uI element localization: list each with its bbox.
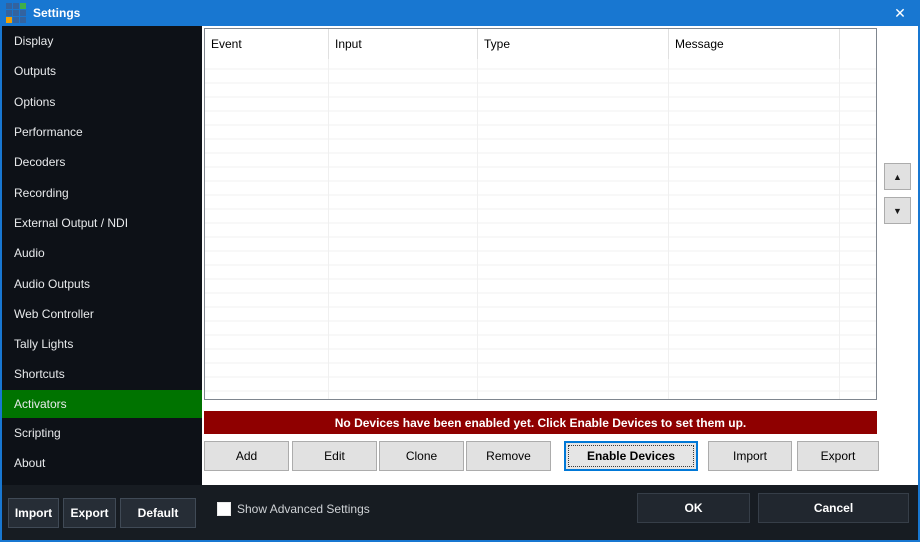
no-devices-warning-banner: No Devices have been enabled yet. Click … [204,411,877,434]
table-body-column [205,59,329,399]
column-header-message[interactable]: Message [669,29,840,59]
export-settings-button[interactable]: Export [63,498,116,528]
activators-table: Event Input Type Message [204,28,877,400]
column-header-spacer [840,29,876,59]
app-logo-icon [6,3,26,23]
settings-window: Settings ✕ Display Outputs Options Perfo… [0,0,920,542]
show-advanced-settings-row: Show Advanced Settings [217,502,370,516]
table-header-row: Event Input Type Message [205,29,876,59]
import-activators-button[interactable]: Import [708,441,792,471]
column-header-type[interactable]: Type [478,29,669,59]
edit-button[interactable]: Edit [292,441,377,471]
arrow-down-icon: ▼ [893,206,902,216]
sidebar-item-audio-outputs[interactable]: Audio Outputs [2,268,202,298]
enable-devices-button[interactable]: Enable Devices [564,441,698,471]
move-up-button[interactable]: ▲ [884,163,911,190]
sidebar-item-web-controller[interactable]: Web Controller [2,299,202,329]
export-activators-button[interactable]: Export [797,441,879,471]
show-advanced-settings-checkbox[interactable] [217,502,231,516]
column-header-event[interactable]: Event [205,29,329,59]
activators-panel: Event Input Type Message ▲ ▼ No Devices … [202,26,918,485]
cancel-button[interactable]: Cancel [758,493,909,523]
sidebar-item-tally-lights[interactable]: Tally Lights [2,329,202,359]
table-body-column [669,59,840,399]
sidebar-item-scripting[interactable]: Scripting [2,418,202,448]
sidebar-item-outputs[interactable]: Outputs [2,56,202,86]
show-advanced-settings-label[interactable]: Show Advanced Settings [237,502,370,516]
sidebar-item-external-output-ndi[interactable]: External Output / NDI [2,208,202,238]
ok-button[interactable]: OK [637,493,750,523]
arrow-up-icon: ▲ [893,172,902,182]
close-icon[interactable]: ✕ [887,1,913,25]
sidebar-item-display[interactable]: Display [2,26,202,56]
sidebar-item-about[interactable]: About [2,448,202,478]
bottom-bar: Import Export Default Show Advanced Sett… [2,485,918,540]
sidebar-item-audio[interactable]: Audio [2,238,202,268]
sidebar-item-shortcuts[interactable]: Shortcuts [2,359,202,389]
import-settings-button[interactable]: Import [8,498,59,528]
remove-button[interactable]: Remove [466,441,551,471]
sidebar-item-activators[interactable]: Activators [2,390,202,418]
sidebar-item-options[interactable]: Options [2,87,202,117]
column-header-input[interactable]: Input [329,29,478,59]
move-down-button[interactable]: ▼ [884,197,911,224]
clone-button[interactable]: Clone [379,441,464,471]
table-body-column [329,59,478,399]
window-title: Settings [33,6,80,20]
settings-nav-sidebar: Display Outputs Options Performance Deco… [2,26,202,485]
add-button[interactable]: Add [204,441,289,471]
default-settings-button[interactable]: Default [120,498,196,528]
sidebar-item-performance[interactable]: Performance [2,117,202,147]
title-bar[interactable]: Settings ✕ [2,0,918,26]
sidebar-item-recording[interactable]: Recording [2,177,202,207]
table-body-column [840,59,876,399]
sidebar-item-decoders[interactable]: Decoders [2,147,202,177]
table-body-column [478,59,669,399]
table-body-empty[interactable] [205,59,876,399]
